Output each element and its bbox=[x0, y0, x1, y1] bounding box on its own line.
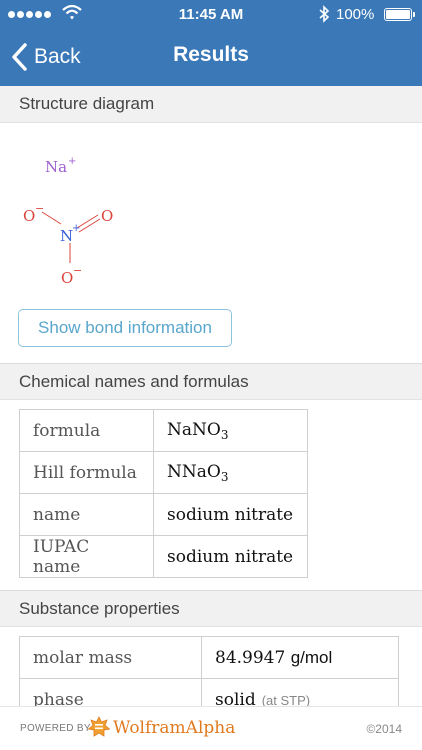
oxygen-charge-label: − bbox=[73, 264, 82, 277]
row-value: sodium nitrate bbox=[153, 493, 308, 536]
footer: POWERED BY WolframAlpha ©2014 bbox=[0, 706, 422, 750]
status-bar: 11:45 AM 100% bbox=[0, 0, 422, 30]
section-heading-names: Chemical names and formulas bbox=[0, 363, 422, 400]
bluetooth-icon bbox=[319, 5, 330, 23]
copyright: ©2014 bbox=[366, 722, 402, 736]
nitrogen-charge-label: + bbox=[72, 223, 80, 234]
structure-diagram: Na + O − O N + O − bbox=[23, 156, 113, 287]
row-label: phase bbox=[19, 678, 202, 706]
sodium-atom-label: Na bbox=[45, 158, 67, 176]
row-value: NaNO3 bbox=[153, 409, 308, 452]
back-button[interactable]: Back bbox=[10, 40, 81, 74]
chevron-left-icon bbox=[12, 43, 27, 71]
oxygen-atom-label: O bbox=[101, 207, 113, 225]
table-row: phase solid (at STP) bbox=[19, 678, 399, 706]
names-table: formula NaNO3 Hill formula NNaO3 name so… bbox=[19, 409, 308, 578]
oxygen-atom-label: O bbox=[23, 207, 35, 225]
sodium-charge-label: + bbox=[68, 156, 76, 167]
powered-by-label: POWERED BY bbox=[20, 723, 91, 734]
row-value: sodium nitrate bbox=[153, 535, 308, 578]
table-row: molar mass 84.9947 g/mol bbox=[19, 636, 399, 679]
wolframalpha-logo-icon bbox=[88, 716, 110, 737]
table-row: IUPAC name sodium nitrate bbox=[19, 535, 308, 578]
oxygen-atom-label: O bbox=[61, 269, 73, 287]
table-row: Hill formula NNaO3 bbox=[19, 451, 308, 494]
row-label: name bbox=[19, 493, 154, 536]
table-row: formula NaNO3 bbox=[19, 409, 308, 452]
row-value: solid (at STP) bbox=[201, 678, 399, 706]
section-heading-structure: Structure diagram bbox=[0, 86, 422, 123]
show-bond-information-button[interactable]: Show bond information bbox=[18, 309, 232, 347]
section-heading-properties: Substance properties bbox=[0, 590, 422, 627]
brand-name[interactable]: WolframAlpha bbox=[113, 718, 235, 738]
back-label: Back bbox=[34, 45, 81, 68]
properties-table: molar mass 84.9947 g/mol phase solid (at … bbox=[19, 636, 399, 706]
row-value: 84.9947 g/mol bbox=[201, 636, 399, 679]
table-row: name sodium nitrate bbox=[19, 493, 308, 536]
row-label: IUPAC name bbox=[19, 535, 154, 578]
row-value: NNaO3 bbox=[153, 451, 308, 494]
row-label: Hill formula bbox=[19, 451, 154, 494]
navigation-bar: Back Results bbox=[0, 30, 422, 86]
row-label: molar mass bbox=[19, 636, 202, 679]
app-header: 11:45 AM 100% Back Results bbox=[0, 0, 422, 86]
row-label: formula bbox=[19, 409, 154, 452]
battery-percent: 100% bbox=[336, 6, 375, 23]
results-content[interactable]: Structure diagram Na + O − O N + O − Sho… bbox=[0, 86, 422, 706]
oxygen-charge-label: − bbox=[35, 202, 44, 215]
battery-icon bbox=[384, 8, 415, 21]
structure-panel: Na + O − O N + O − Show bond information bbox=[0, 123, 422, 363]
